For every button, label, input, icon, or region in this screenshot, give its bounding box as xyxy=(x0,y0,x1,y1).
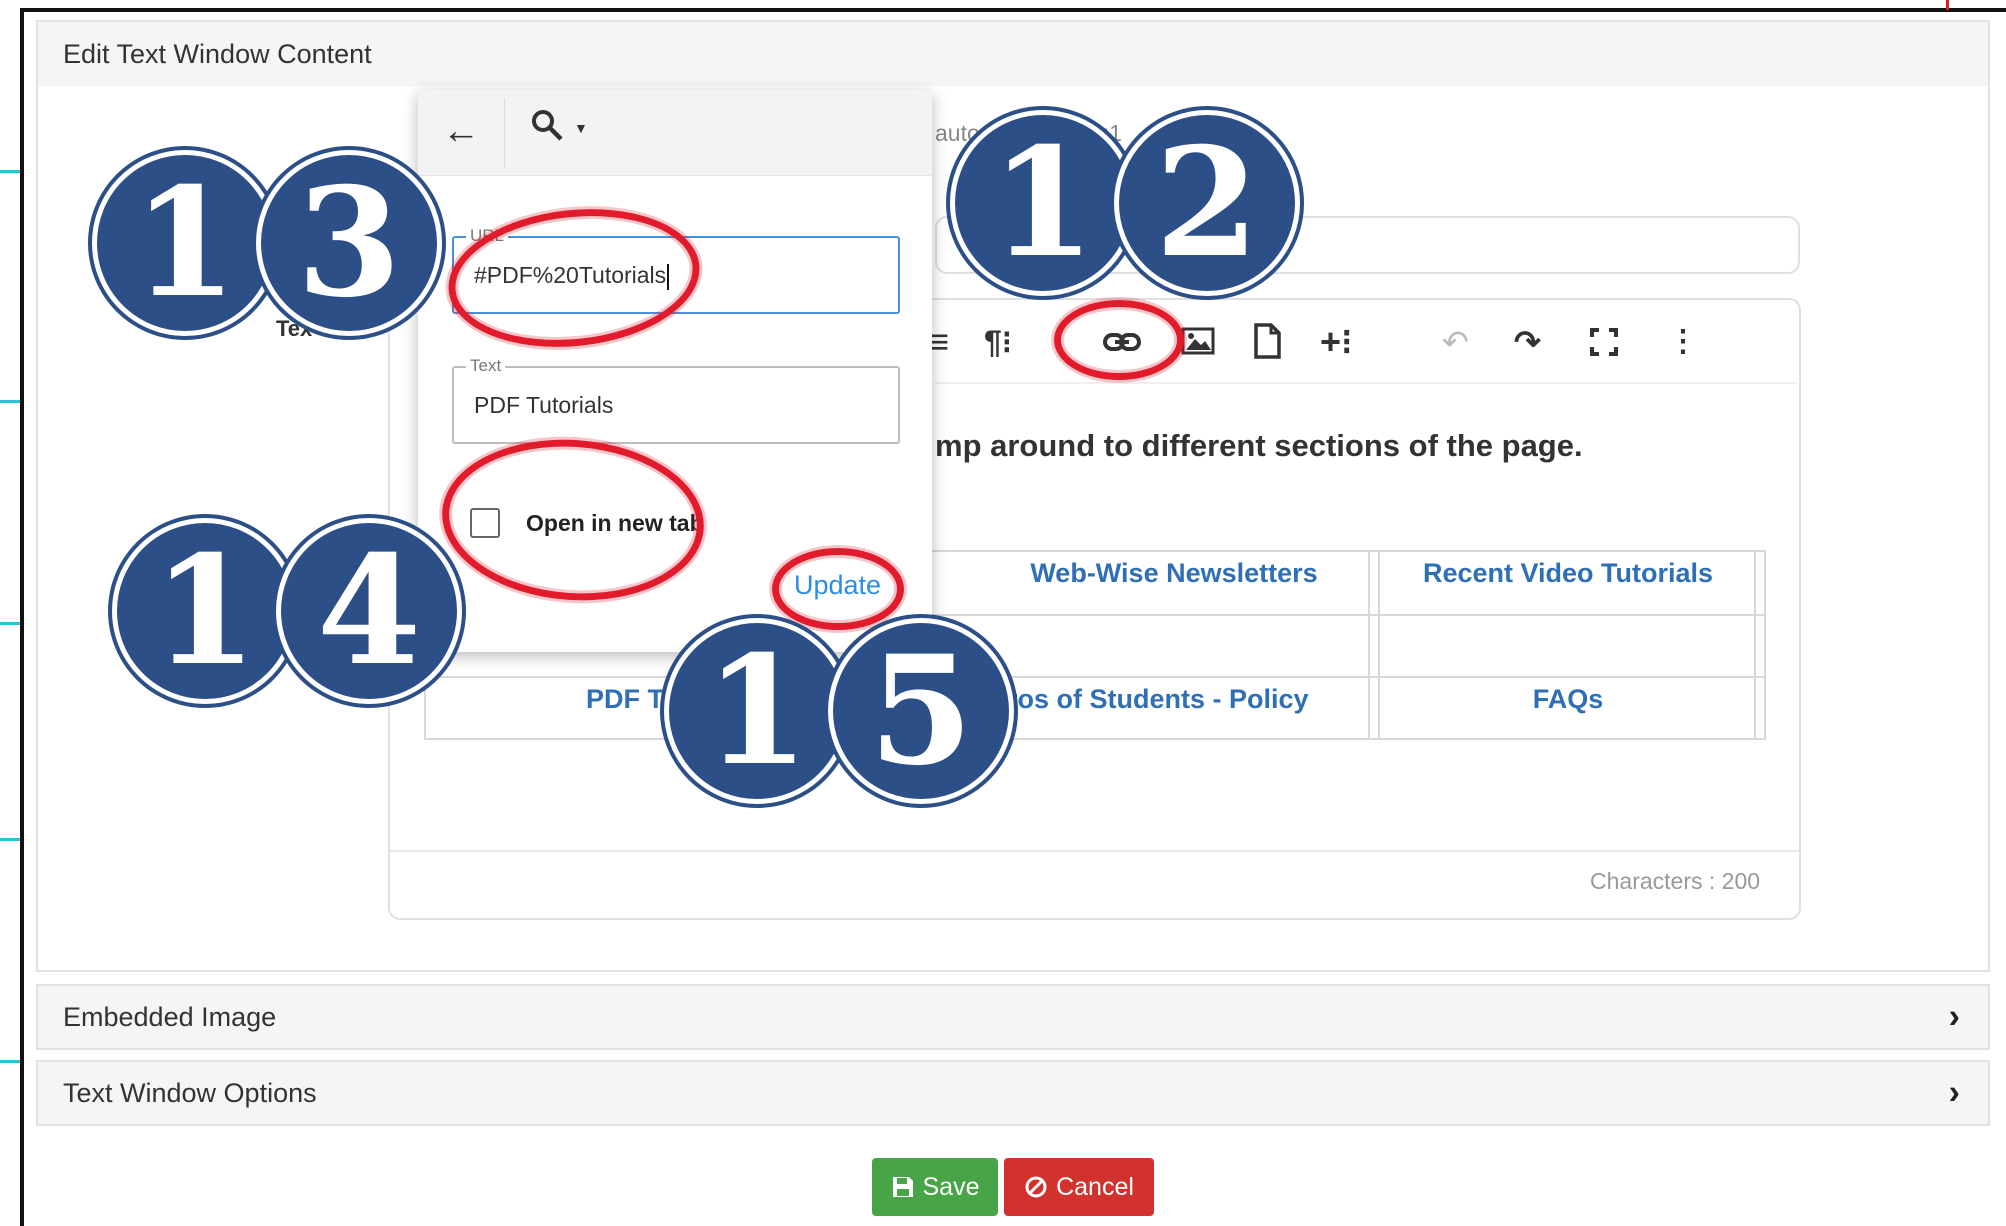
text-field-legend: Text xyxy=(466,356,506,376)
guide-tick xyxy=(0,838,20,841)
editor-heading-text: mp around to different sections of the p… xyxy=(935,428,1583,463)
step-badge: 4 xyxy=(276,518,462,704)
table-link-photos-policy[interactable]: otos of Students - Policy xyxy=(992,684,1368,715)
floppy-disk-icon xyxy=(892,1177,913,1197)
step-badge: 2 xyxy=(1114,110,1300,296)
guide-tick xyxy=(0,400,20,403)
ban-icon xyxy=(1025,1176,1047,1198)
image-icon[interactable] xyxy=(1180,324,1216,363)
annotation-circle-update xyxy=(772,548,904,630)
paragraph-icon[interactable]: ¶⁝ xyxy=(984,322,1012,362)
file-icon[interactable] xyxy=(1252,322,1282,365)
step-badge: 1 xyxy=(92,150,278,336)
window-border-top xyxy=(20,8,2006,12)
popup-toolbar-divider xyxy=(504,98,505,168)
more-icon[interactable]: ⋮ xyxy=(1668,322,1698,362)
table-link-faqs[interactable]: FAQs xyxy=(1382,684,1754,715)
red-marker xyxy=(1946,0,1949,10)
cancel-label: Cancel xyxy=(1056,1172,1134,1201)
character-count: Characters : 200 xyxy=(1590,868,1761,894)
save-button[interactable]: Save xyxy=(872,1158,998,1216)
cancel-button[interactable]: Cancel xyxy=(1004,1158,1154,1216)
undo-icon[interactable]: ↶ xyxy=(1442,322,1469,362)
editor-footer-divider xyxy=(390,850,1799,852)
guide-tick xyxy=(0,622,20,625)
table-link-video-tutorials[interactable]: Recent Video Tutorials xyxy=(1382,558,1754,589)
step-badge: 5 xyxy=(828,618,1014,804)
table-link-newsletters[interactable]: Web-Wise Newsletters xyxy=(984,558,1364,589)
insert-icon[interactable]: +⁝ xyxy=(1320,322,1352,362)
save-label: Save xyxy=(922,1172,980,1201)
annotation-circle-link-icon xyxy=(1054,300,1184,380)
edit-text-window-panel-header[interactable]: Edit Text Window Content xyxy=(36,20,1990,88)
embedded-image-title: Embedded Image xyxy=(63,1001,277,1032)
search-icon[interactable] xyxy=(530,108,564,151)
back-arrow-icon[interactable]: ← xyxy=(442,110,480,153)
step-badge: 1 xyxy=(664,618,850,804)
text-window-options-panel-header[interactable]: Text Window Options › xyxy=(36,1060,1990,1126)
panel-title: Edit Text Window Content xyxy=(63,38,372,69)
redo-icon[interactable]: ↷ xyxy=(1514,322,1541,362)
guide-tick xyxy=(0,170,20,173)
embedded-image-panel-header[interactable]: Embedded Image › xyxy=(36,984,1990,1050)
caret-down-icon[interactable]: ▼ xyxy=(574,120,588,136)
editor-toolbar-divider xyxy=(935,382,1797,384)
text-window-options-title: Text Window Options xyxy=(63,1077,317,1108)
popup-toolbar: ← ▼ xyxy=(418,90,932,176)
step-badge: 3 xyxy=(256,150,442,336)
guide-tick xyxy=(0,1060,20,1063)
step-badge: 1 xyxy=(112,518,298,704)
link-text-value: PDF Tutorials xyxy=(474,392,614,418)
window-border-left xyxy=(20,8,24,1226)
fullscreen-icon[interactable] xyxy=(1590,328,1618,361)
chevron-right-icon: › xyxy=(1948,1073,1960,1112)
step-badge: 1 xyxy=(950,110,1136,296)
chevron-right-icon: › xyxy=(1948,997,1960,1036)
link-text-input[interactable]: Text PDF Tutorials xyxy=(452,356,900,444)
